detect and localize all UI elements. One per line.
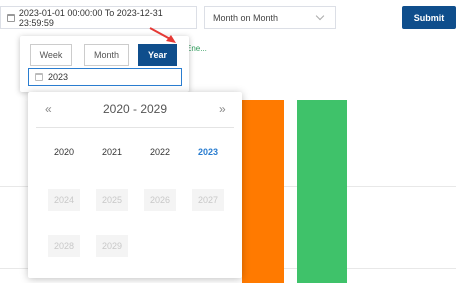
chevron-down-icon (315, 11, 325, 21)
year-cell-2025: 2025 (96, 189, 128, 211)
year-cell-2021[interactable]: 2021 (96, 141, 128, 163)
year-cell-2027: 2027 (192, 189, 224, 211)
next-decade-button[interactable]: » (219, 102, 226, 116)
date-range-text: 2023-01-01 00:00:00 To 2023-12-31 23:59:… (18, 7, 163, 28)
calendar-icon (35, 73, 43, 81)
chart-bar-green (297, 100, 347, 283)
submit-button[interactable]: Submit (402, 6, 456, 29)
year-cell-2020[interactable]: 2020 (48, 141, 80, 163)
year-cell-2022[interactable]: 2022 (144, 141, 176, 163)
year-input-value: 2023 (48, 72, 69, 82)
tab-week[interactable]: Week (30, 44, 72, 66)
calendar-icon (7, 13, 15, 22)
compare-select[interactable]: Month on Month (204, 6, 336, 29)
year-cell-2023[interactable]: 2023 (192, 141, 224, 163)
year-cell-2028: 2028 (48, 235, 80, 257)
year-picker-dropdown: « 2020 - 2029 » 2020 2021 2022 2023 2024… (28, 92, 242, 278)
year-cell-2026: 2026 (144, 189, 176, 211)
year-cell-2029: 2029 (96, 235, 128, 257)
tab-month[interactable]: Month (84, 44, 129, 66)
compare-select-value: Month on Month (213, 12, 279, 23)
year-cell-2024: 2024 (48, 189, 80, 211)
year-input[interactable]: 2023 (28, 68, 182, 86)
chart-bar-orange (242, 100, 284, 283)
divider (36, 127, 234, 128)
arrow-annotation-icon (149, 27, 176, 43)
decade-label: 2020 - 2029 (102, 102, 168, 116)
